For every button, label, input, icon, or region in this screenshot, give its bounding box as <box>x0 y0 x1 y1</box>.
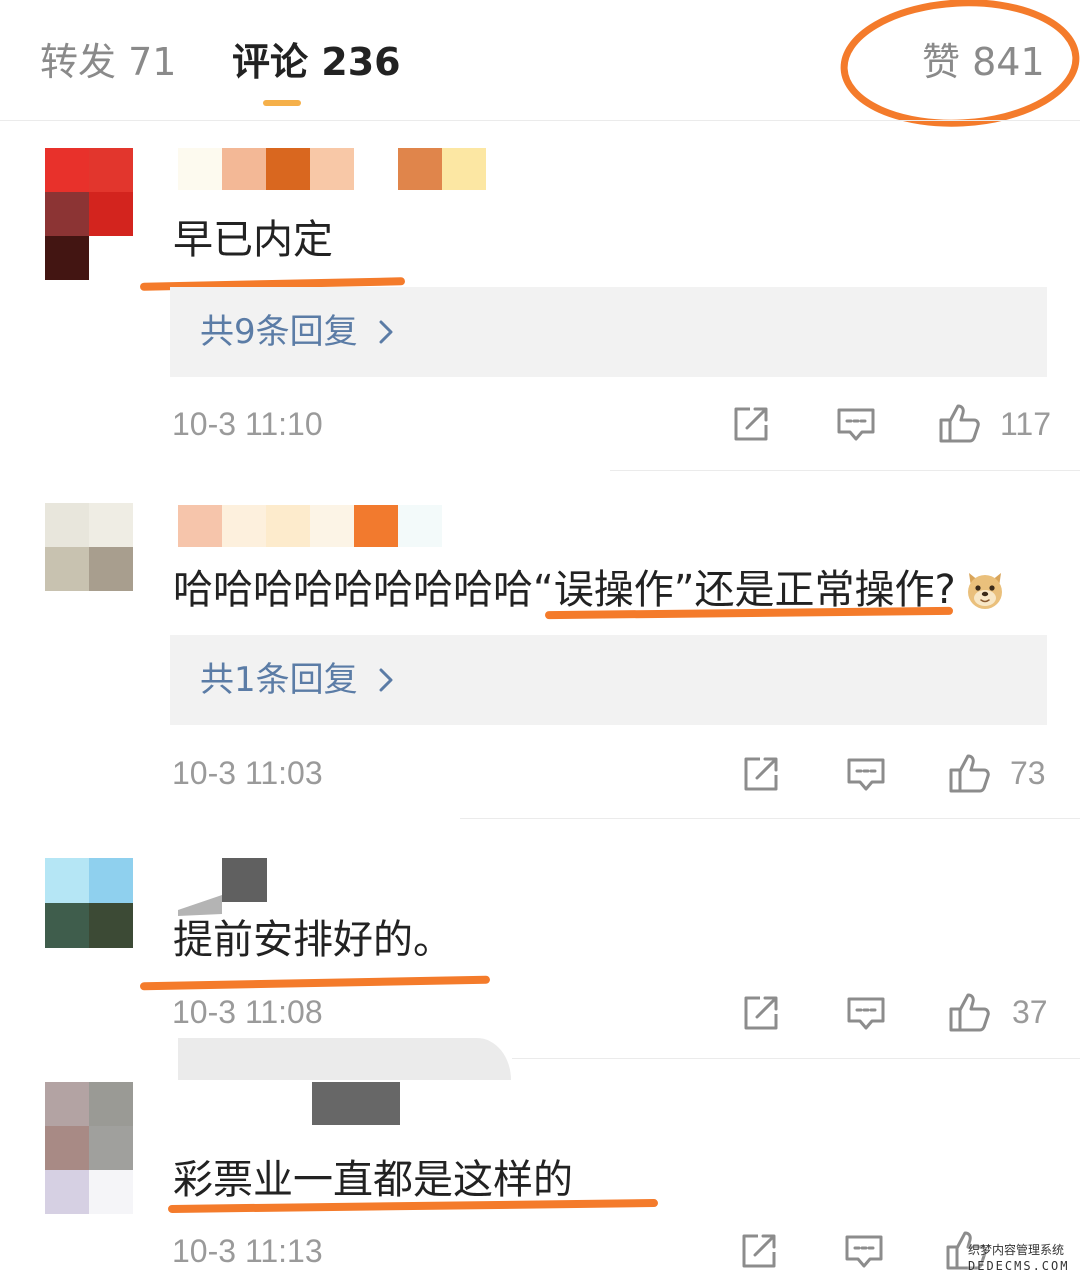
redaction-blur <box>178 1038 511 1080</box>
username-mosaic-cell <box>356 1082 400 1125</box>
username-mosaic-cell <box>398 505 442 547</box>
username-mosaic-cell <box>354 505 398 547</box>
username-mosaic-cell <box>310 148 354 190</box>
weibo-comments-screen: 转发 71 评论 236 赞 841 早已内定 共9条回复 10-3 11:10… <box>0 0 1080 1279</box>
comment-timestamp: 10-3 11:03 <box>172 755 323 791</box>
replies-link[interactable]: 共1条回复 <box>170 635 1047 725</box>
avatar-mosaic-cell <box>89 858 133 903</box>
comment-icon[interactable] <box>846 757 886 793</box>
username-mosaic-cell <box>222 505 266 547</box>
thumbs-up-icon[interactable] <box>938 402 982 444</box>
comment-body: 早已内定 <box>173 218 333 262</box>
share-icon[interactable] <box>732 405 770 443</box>
username-mosaic-cell <box>266 505 310 547</box>
avatar-mosaic-cell <box>89 903 133 948</box>
tab-bar-divider <box>0 120 1080 121</box>
comment-text: 彩票业一直都是这样的 <box>173 1157 573 1203</box>
chevron-right-icon <box>378 667 394 693</box>
avatar-mosaic-cell <box>89 503 133 547</box>
like-count: 37 <box>1012 994 1048 1030</box>
username-redaction-wedge <box>178 895 222 916</box>
comment-icon[interactable] <box>844 1234 884 1270</box>
avatar[interactable] <box>45 1082 133 1214</box>
site-watermark: 织梦内容管理系统 DEDECMS.COM <box>968 1242 1076 1274</box>
username-mosaic-cell <box>442 148 486 190</box>
comment-body: 提前安排好的。 <box>173 918 453 962</box>
comment-icon[interactable] <box>836 407 876 443</box>
share-icon[interactable] <box>742 994 780 1032</box>
comment-divider <box>460 818 1080 819</box>
username-mosaic-cell <box>178 505 222 547</box>
replies-link-row: 共9条回复 <box>200 310 394 354</box>
avatar-mosaic-cell <box>45 903 89 948</box>
like-count: 117 <box>1000 406 1052 442</box>
share-icon[interactable] <box>740 1232 778 1270</box>
comment-timestamp: 10-3 11:08 <box>172 994 323 1030</box>
avatar-mosaic-cell <box>45 858 89 903</box>
comment-icon[interactable] <box>846 996 886 1032</box>
avatar[interactable] <box>45 858 133 948</box>
avatar-mosaic-cell <box>45 503 89 547</box>
username-mosaic-cell <box>354 148 398 190</box>
like-count: 73 <box>1010 755 1046 791</box>
thumbs-up-icon[interactable] <box>948 752 992 794</box>
avatar-mosaic-cell <box>45 236 89 280</box>
watermark-line-1: 织梦内容管理系统 <box>968 1243 1065 1257</box>
comment-text: 哈哈哈哈哈哈哈哈哈“误操作”还是正常操作? <box>173 567 956 613</box>
username-mosaic-cell <box>398 148 442 190</box>
avatar-mosaic-cell <box>89 547 133 591</box>
username-mosaic-cell <box>310 505 354 547</box>
avatar-mosaic-cell <box>45 547 89 591</box>
replies-count-label: 共1条回复 <box>200 660 358 700</box>
username-mosaic-cell <box>178 148 222 190</box>
avatar-mosaic-cell <box>89 1126 133 1170</box>
avatar[interactable] <box>45 503 133 591</box>
thumbs-up-icon[interactable] <box>948 991 992 1033</box>
doge-emoji-icon <box>964 569 1006 611</box>
comment-timestamp: 10-3 11:10 <box>172 406 323 442</box>
comment-text: 早已内定 <box>173 217 333 263</box>
comment-divider <box>512 1058 1080 1059</box>
annotation-circle <box>840 0 1080 127</box>
username-redacted[interactable] <box>178 148 486 190</box>
avatar-mosaic-cell <box>45 1082 89 1126</box>
avatar-mosaic-cell <box>89 1170 133 1214</box>
username-mosaic-cell <box>222 858 267 902</box>
watermark-line-2: DEDECMS.COM <box>968 1259 1070 1273</box>
avatar-mosaic-cell <box>89 148 133 192</box>
share-icon[interactable] <box>742 755 780 793</box>
avatar-mosaic-cell <box>45 1126 89 1170</box>
avatar-mosaic-cell <box>45 148 89 192</box>
replies-link-row: 共1条回复 <box>200 658 394 702</box>
avatar-mosaic-cell <box>89 1082 133 1126</box>
comment-timestamp: 10-3 11:13 <box>172 1233 323 1269</box>
annotation-underline <box>139 975 491 991</box>
comment-body: 彩票业一直都是这样的 <box>173 1158 573 1202</box>
avatar-mosaic-cell <box>45 192 89 236</box>
avatar-mosaic-cell <box>89 236 133 280</box>
username-redacted[interactable] <box>222 858 267 902</box>
chevron-right-icon <box>378 319 394 345</box>
comment-text: 提前安排好的。 <box>173 917 453 963</box>
avatar-mosaic-cell <box>45 1170 89 1214</box>
replies-count-label: 共9条回复 <box>200 312 358 352</box>
username-mosaic-cell <box>312 1082 356 1125</box>
replies-link[interactable]: 共9条回复 <box>170 287 1047 377</box>
avatar[interactable] <box>45 148 133 280</box>
avatar-mosaic-cell <box>89 192 133 236</box>
username-mosaic-cell <box>222 148 266 190</box>
username-redacted[interactable] <box>312 1082 400 1125</box>
comment-body: 哈哈哈哈哈哈哈哈哈“误操作”还是正常操作? <box>173 568 1006 612</box>
comment-divider <box>610 470 1080 471</box>
username-redacted[interactable] <box>178 505 442 547</box>
username-mosaic-cell <box>266 148 310 190</box>
